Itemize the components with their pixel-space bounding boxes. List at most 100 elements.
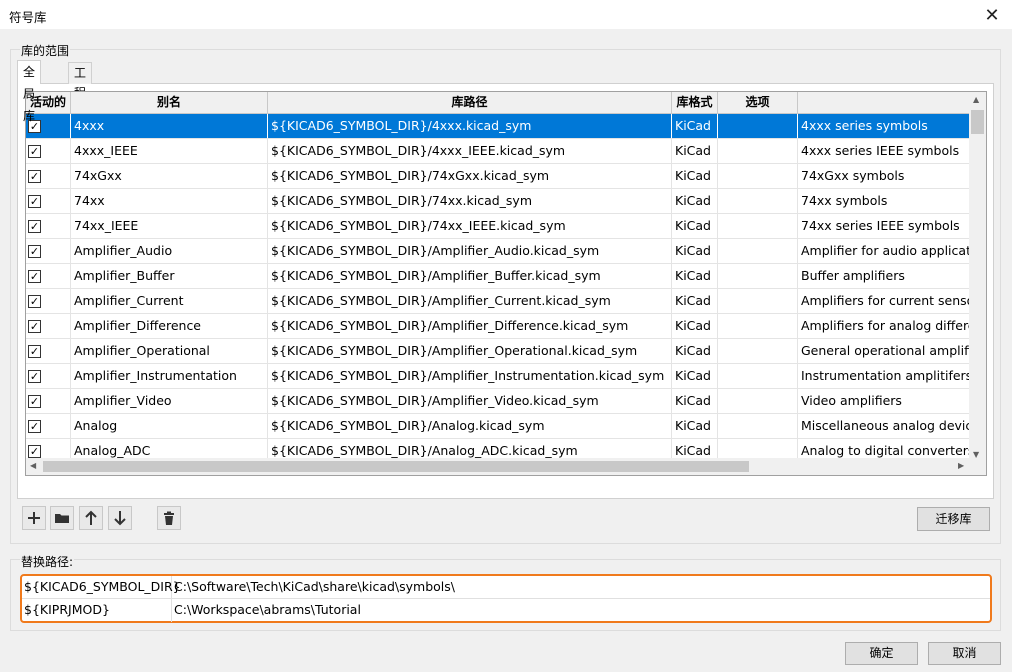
tab-global-libraries[interactable]: 全局库 <box>17 60 42 123</box>
substitution-row[interactable]: ${KICAD6_SYMBOL_DIR} C:\Software\Tech\Ki… <box>22 576 990 599</box>
options-cell[interactable] <box>718 339 798 363</box>
column-header-library-format[interactable]: 库格式 <box>672 92 718 114</box>
library-path-cell[interactable]: ${KICAD6_SYMBOL_DIR}/Amplifier_Buffer.ki… <box>268 264 672 288</box>
browse-library-button[interactable] <box>50 506 74 530</box>
table-row[interactable]: ✓ Amplifier_Operational ${KICAD6_SYMBOL_DI… <box>26 339 971 364</box>
table-row[interactable]: ✓ 74xx_IEEE ${KICAD6_SYMBOL_DIR}/74xx_IEEE… <box>26 214 971 239</box>
library-path-cell[interactable]: ${KICAD6_SYMBOL_DIR}/Analog.kicad_sym <box>268 414 672 438</box>
table-row[interactable]: ✓ 74xx ${KICAD6_SYMBOL_DIR}/74xx.kicad_sym… <box>26 189 971 214</box>
description-cell[interactable]: Amplifiers for current sensors <box>798 289 971 313</box>
description-cell[interactable]: Instrumentation amplitifers <box>798 364 971 388</box>
close-icon[interactable]: ✕ <box>980 3 1004 27</box>
library-format-cell[interactable]: KiCad <box>672 414 718 438</box>
column-header-nickname[interactable]: 别名 <box>71 92 268 114</box>
table-row[interactable]: ✓ 4xxx_IEEE ${KICAD6_SYMBOL_DIR}/4xxx_IEEE… <box>26 139 971 164</box>
library-format-cell[interactable]: KiCad <box>672 289 718 313</box>
description-cell[interactable]: Amplifier for audio applicatio <box>798 239 971 263</box>
table-row[interactable]: ✓4xxx${KICAD6_SYMBOL_DIR}/4xxx.kicad_sym… <box>26 114 971 139</box>
library-format-cell[interactable]: KiCad <box>672 164 718 188</box>
description-cell[interactable]: 4xxx series IEEE symbols <box>798 139 971 163</box>
library-format-cell[interactable]: KiCad <box>672 264 718 288</box>
library-path-cell[interactable]: ${KICAD6_SYMBOL_DIR}/Amplifier_Instrumen… <box>268 364 672 388</box>
description-cell[interactable]: Miscellaneous analog devices <box>798 414 971 438</box>
library-format-cell[interactable]: KiCad <box>672 389 718 413</box>
options-cell[interactable] <box>718 214 798 238</box>
move-up-button[interactable] <box>79 506 103 530</box>
nickname-cell[interactable]: 74xGxx <box>71 164 268 188</box>
nickname-cell[interactable]: Amplifier_Operational <box>71 339 268 363</box>
library-format-cell[interactable]: KiCad <box>672 139 718 163</box>
active-checkbox[interactable]: ✓ <box>28 194 41 208</box>
options-cell[interactable] <box>718 114 798 138</box>
active-checkbox[interactable]: ✓ <box>28 369 41 383</box>
horizontal-scroll-thumb[interactable] <box>43 461 749 472</box>
column-header-library-path[interactable]: 库路径 <box>268 92 672 114</box>
active-checkbox[interactable]: ✓ <box>28 444 41 458</box>
options-cell[interactable] <box>718 289 798 313</box>
active-checkbox[interactable]: ✓ <box>28 269 41 283</box>
column-header-description[interactable] <box>798 92 971 114</box>
remove-library-button[interactable] <box>157 506 181 530</box>
table-row[interactable]: ✓ Amplifier_Instrumentation ${KICAD6_SYMBO… <box>26 364 971 389</box>
active-checkbox[interactable]: ✓ <box>28 144 41 158</box>
library-path-cell[interactable]: ${KICAD6_SYMBOL_DIR}/Amplifier_Differenc… <box>268 314 672 338</box>
nickname-cell[interactable]: Amplifier_Video <box>71 389 268 413</box>
add-library-button[interactable] <box>22 506 46 530</box>
options-cell[interactable] <box>718 314 798 338</box>
library-path-cell[interactable]: ${KICAD6_SYMBOL_DIR}/74xx_IEEE.kicad_sym <box>268 214 672 238</box>
description-cell[interactable]: Buffer amplifiers <box>798 264 971 288</box>
active-checkbox[interactable]: ✓ <box>28 394 41 408</box>
nickname-cell[interactable]: 4xxx <box>71 114 268 138</box>
options-cell[interactable] <box>718 414 798 438</box>
library-path-cell[interactable]: ${KICAD6_SYMBOL_DIR}/4xxx_IEEE.kicad_sym <box>268 139 672 163</box>
nickname-cell[interactable]: Amplifier_Difference <box>71 314 268 338</box>
description-cell[interactable]: General operational amplifier <box>798 339 971 363</box>
active-checkbox[interactable]: ✓ <box>28 344 41 358</box>
nickname-cell[interactable]: Analog <box>71 414 268 438</box>
description-cell[interactable]: 74xGxx symbols <box>798 164 971 188</box>
nickname-cell[interactable]: Amplifier_Audio <box>71 239 268 263</box>
table-row[interactable]: ✓ Amplifier_Current ${KICAD6_SYMBOL_DIR}/A… <box>26 289 971 314</box>
description-cell[interactable]: 4xxx series symbols <box>798 114 971 138</box>
description-cell[interactable]: Video amplifiers <box>798 389 971 413</box>
vertical-scrollbar[interactable]: ▲ ▼ <box>969 92 986 462</box>
library-path-cell[interactable]: ${KICAD6_SYMBOL_DIR}/Amplifier_Video.kic… <box>268 389 672 413</box>
options-cell[interactable] <box>718 264 798 288</box>
active-checkbox[interactable]: ✓ <box>28 169 41 183</box>
migrate-libraries-button[interactable]: 迁移库 <box>917 507 990 531</box>
active-checkbox[interactable]: ✓ <box>28 419 41 433</box>
table-row[interactable]: ✓ 74xGxx ${KICAD6_SYMBOL_DIR}/74xGxx.kicad… <box>26 164 971 189</box>
nickname-cell[interactable]: Amplifier_Buffer <box>71 264 268 288</box>
scroll-up-arrow-icon[interactable]: ▲ <box>973 95 979 104</box>
active-checkbox[interactable]: ✓ <box>28 294 41 308</box>
vertical-scroll-thumb[interactable] <box>971 110 984 134</box>
table-row[interactable]: ✓ Amplifier_Video ${KICAD6_SYMBOL_DIR}/Amp… <box>26 389 971 414</box>
library-path-cell[interactable]: ${KICAD6_SYMBOL_DIR}/4xxx.kicad_sym <box>268 114 672 138</box>
active-checkbox[interactable]: ✓ <box>28 219 41 233</box>
library-format-cell[interactable]: KiCad <box>672 314 718 338</box>
active-checkbox[interactable]: ✓ <box>28 244 41 258</box>
substitution-row[interactable]: ${KIPRJMOD} C:\Workspace\abrams\Tutorial <box>22 599 990 622</box>
library-format-cell[interactable]: KiCad <box>672 214 718 238</box>
nickname-cell[interactable]: 4xxx_IEEE <box>71 139 268 163</box>
description-cell[interactable]: 74xx symbols <box>798 189 971 213</box>
table-row[interactable]: ✓ Amplifier_Buffer ${KICAD6_SYMBOL_DIR}/Am… <box>26 264 971 289</box>
options-cell[interactable] <box>718 189 798 213</box>
table-row[interactable]: ✓ Amplifier_Difference ${KICAD6_SYMBOL_DIR… <box>26 314 971 339</box>
ok-button[interactable]: 确定 <box>845 642 918 665</box>
scroll-left-arrow-icon[interactable]: ◀ <box>30 461 36 470</box>
library-path-cell[interactable]: ${KICAD6_SYMBOL_DIR}/Amplifier_Operation… <box>268 339 672 363</box>
library-path-cell[interactable]: ${KICAD6_SYMBOL_DIR}/Amplifier_Current.k… <box>268 289 672 313</box>
description-cell[interactable]: Amplifiers for analog differer <box>798 314 971 338</box>
column-header-options[interactable]: 选项 <box>718 92 798 114</box>
options-cell[interactable] <box>718 239 798 263</box>
cancel-button[interactable]: 取消 <box>928 642 1001 665</box>
library-path-cell[interactable]: ${KICAD6_SYMBOL_DIR}/Amplifier_Audio.kic… <box>268 239 672 263</box>
options-cell[interactable] <box>718 389 798 413</box>
table-row[interactable]: ✓ Analog ${KICAD6_SYMBOL_DIR}/Analog.kicad… <box>26 414 971 439</box>
table-row[interactable]: ✓ Amplifier_Audio ${KICAD6_SYMBOL_DIR}/Amp… <box>26 239 971 264</box>
description-cell[interactable]: 74xx series IEEE symbols <box>798 214 971 238</box>
active-checkbox[interactable]: ✓ <box>28 319 41 333</box>
library-format-cell[interactable]: KiCad <box>672 189 718 213</box>
scroll-right-arrow-icon[interactable]: ▶ <box>958 461 964 470</box>
